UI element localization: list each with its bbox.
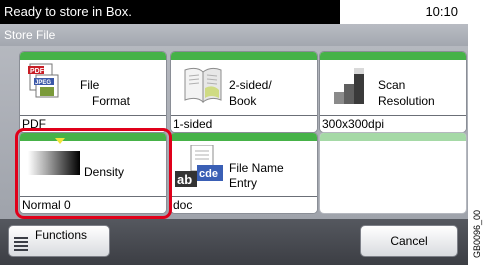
functions-label: Functions [35, 228, 88, 242]
file-format-label-2: Format [92, 94, 131, 108]
scan-resolution-label-2: Resolution [378, 94, 435, 108]
image-code-text: GB0096_00 [472, 209, 482, 258]
pdf-jpeg-file-icon: PDF JPEG [28, 63, 59, 98]
density-highlight-frame [15, 128, 172, 219]
cancel-button[interactable]: Cancel [360, 225, 458, 257]
file-name-entry-label-1: File Name [229, 161, 284, 175]
two-sided-book-label-1: 2-sided/ [229, 78, 272, 92]
file-format-label-1: File [80, 78, 100, 92]
two-sided-book-button[interactable]: 2-sided/ Book 1-sided [171, 52, 317, 132]
file-name-entry-button[interactable]: ab cde File Name Entry doc [171, 133, 317, 213]
tile-band [320, 133, 466, 141]
status-message: Ready to store in Box. [0, 0, 340, 24]
file-name-entry-value: doc [171, 196, 317, 213]
two-sided-book-value: 1-sided [171, 115, 317, 132]
svg-text:PDF: PDF [30, 68, 45, 75]
empty-tile-slot [320, 133, 466, 213]
status-bar: Ready to store in Box. 10:10 [0, 0, 468, 24]
scan-resolution-label-1: Scan [378, 78, 406, 92]
two-sided-book-label-2: Book [229, 94, 257, 108]
open-book-icon [184, 67, 222, 104]
tile-band [171, 133, 317, 141]
svg-text:ab: ab [177, 172, 192, 187]
functions-button[interactable]: Functions [8, 225, 110, 257]
abc-name-entry-icon: ab cde [175, 145, 223, 187]
status-time: 10:10 [340, 0, 468, 24]
resolution-steps-icon [334, 68, 364, 104]
store-file-screen: Ready to store in Box. 10:10 Store File … [0, 0, 468, 265]
scan-resolution-button[interactable]: Scan Resolution 300x300dpi [320, 52, 466, 132]
tile-band [20, 52, 166, 60]
image-code: GB0096_00 [470, 200, 484, 260]
file-format-button[interactable]: PDF JPEG File Format PDF [20, 52, 166, 132]
screen-title: Store File [0, 24, 468, 46]
scan-resolution-value: 300x300dpi [320, 115, 466, 132]
svg-text:cde: cde [199, 168, 218, 180]
file-name-entry-label-2: Entry [229, 176, 258, 190]
tile-band [171, 52, 317, 60]
bottom-bar: Functions Cancel [0, 219, 468, 265]
tile-band [320, 52, 466, 60]
list-icon [14, 237, 28, 251]
svg-text:JPEG: JPEG [35, 80, 51, 86]
